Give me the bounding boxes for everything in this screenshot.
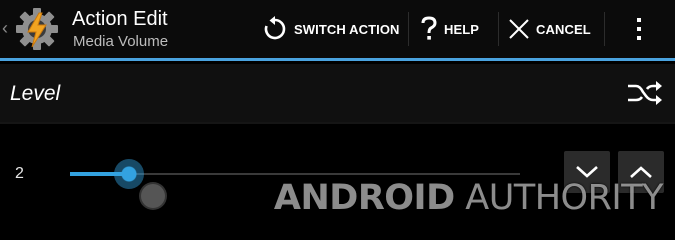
overflow-menu-button[interactable] [622, 0, 656, 58]
page-subtitle: Media Volume [73, 33, 169, 50]
toolbar-divider [408, 12, 409, 46]
watermark-part-2: AUTHORITY [465, 178, 663, 218]
level-header: Level [0, 64, 675, 122]
switch-action-button[interactable]: SWITCH ACTION [262, 0, 404, 58]
chevron-left-icon[interactable]: ‹ [2, 18, 8, 38]
touch-indicator [141, 184, 165, 208]
overflow-menu-icon [637, 18, 641, 40]
page-title: Action Edit [72, 8, 168, 30]
action-bar: ‹ Action Edit Media Volume SWITCH ACTION… [0, 0, 675, 58]
section-divider [0, 122, 675, 124]
toolbar-divider [604, 12, 605, 46]
shuffle-icon[interactable] [626, 79, 662, 107]
switch-action-label: SWITCH ACTION [294, 21, 400, 37]
level-label: Level [10, 82, 61, 105]
close-icon [509, 19, 529, 39]
rotate-arrow-icon [264, 16, 286, 40]
help-label: HELP [444, 21, 480, 37]
action-edit-screen: ‹ Action Edit Media Volume SWITCH ACTION… [0, 0, 675, 224]
watermark-part-1: ANDROID [273, 178, 455, 218]
cancel-label: CANCEL [536, 21, 591, 37]
level-value: 2 [15, 165, 24, 182]
tasker-gear-bolt-icon[interactable] [13, 5, 61, 53]
action-bar-underline [0, 58, 675, 61]
slider-thumb[interactable] [114, 159, 144, 189]
question-mark-icon [421, 16, 437, 40]
help-button[interactable]: HELP [420, 0, 492, 58]
cancel-button[interactable]: CANCEL [508, 0, 598, 58]
toolbar-divider [498, 12, 499, 46]
watermark: ANDROID AUTHORITY [273, 178, 664, 218]
